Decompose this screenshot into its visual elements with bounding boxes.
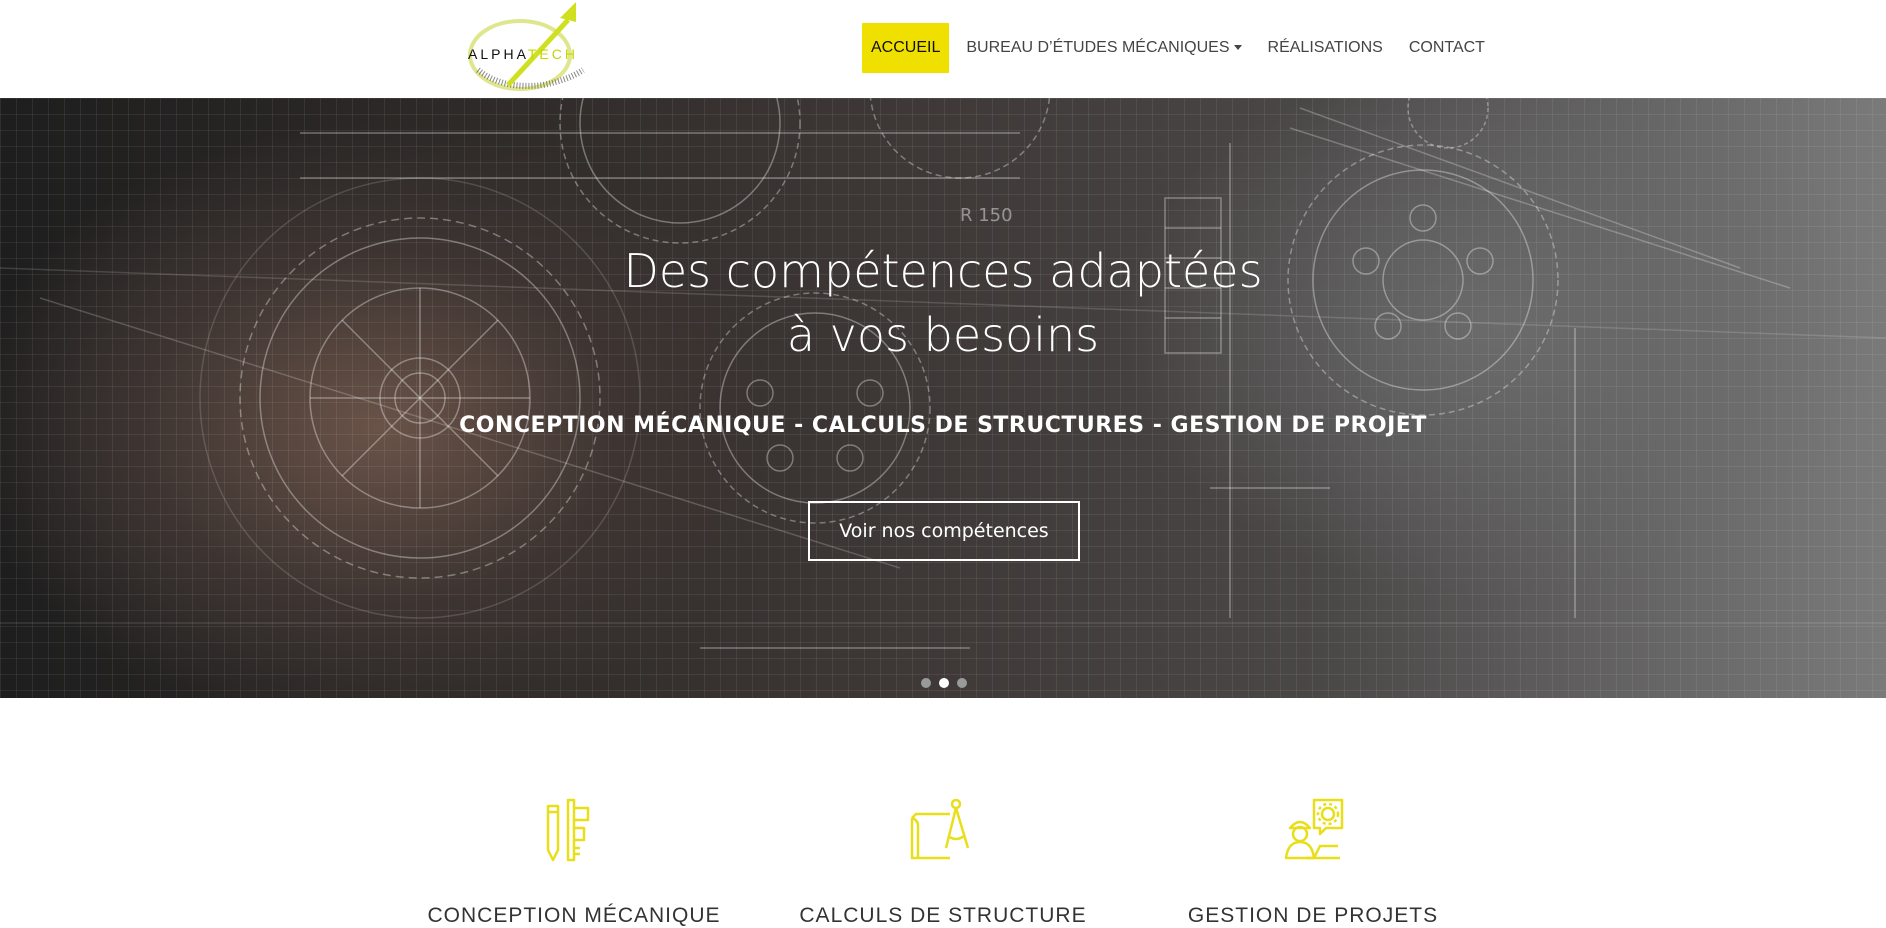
carousel-dot-1[interactable] (921, 678, 931, 688)
voir-competences-button[interactable]: Voir nos compétences (808, 501, 1080, 561)
feature-conception-title: CONCEPTION MÉCANIQUE (427, 904, 721, 927)
chevron-down-icon (1233, 45, 1242, 51)
carousel-indicators (921, 678, 967, 688)
hero-title-line1: Des compétences adaptées (623, 244, 1263, 298)
hero-title-line2: à vos besoins (786, 308, 1100, 362)
site-header: ALPHATECH ACCUEIL BUREAU D’ÉTUDES MÉCANI… (0, 0, 1886, 98)
hero-title: Des compétences adaptées à vos besoins (0, 239, 1886, 367)
hero-subtitle: CONCEPTION MÉCANIQUE - CALCULS DE STRUCT… (459, 413, 1427, 438)
nav-item-contact[interactable]: CONTACT (1400, 23, 1494, 73)
engineer-gear-icon (1284, 798, 1344, 860)
pencil-caliper-icon (546, 798, 590, 862)
feature-conception[interactable]: CONCEPTION MÉCANIQUE (424, 798, 724, 927)
hero-gear-blueprint-image: R 150 (0, 98, 1886, 649)
nav-item-bureau-etudes[interactable]: BUREAU D’ÉTUDES MÉCANIQUES (957, 23, 1250, 73)
feature-calculs[interactable]: CALCULS DE STRUCTURE (793, 798, 1093, 927)
alphatech-logo[interactable]: ALPHATECH (448, 0, 608, 98)
hero-carousel: R 150 Des compétences adaptées à vos bes… (0, 98, 1886, 698)
feature-gestion-title: GESTION DE PROJETS (1187, 904, 1439, 927)
carousel-dot-3[interactable] (957, 678, 967, 688)
nav-item-accueil[interactable]: ACCUEIL (862, 23, 950, 73)
blueprint-dimension-label: R 150 (960, 205, 1013, 226)
nav-item-realisations[interactable]: RÉALISATIONS (1259, 23, 1392, 73)
carousel-dot-2[interactable] (939, 678, 949, 688)
blueprint-compass-icon (910, 798, 970, 860)
nav-item-bureau-etudes-label: BUREAU D’ÉTUDES MÉCANIQUES (966, 39, 1230, 56)
feature-calculs-title: CALCULS DE STRUCTURE (799, 904, 1087, 927)
main-nav: ACCUEIL BUREAU D’ÉTUDES MÉCANIQUES RÉALI… (862, 23, 1502, 73)
feature-gestion[interactable]: GESTION DE PROJETS (1163, 798, 1463, 927)
logo-text: ALPHATECH (468, 46, 578, 62)
